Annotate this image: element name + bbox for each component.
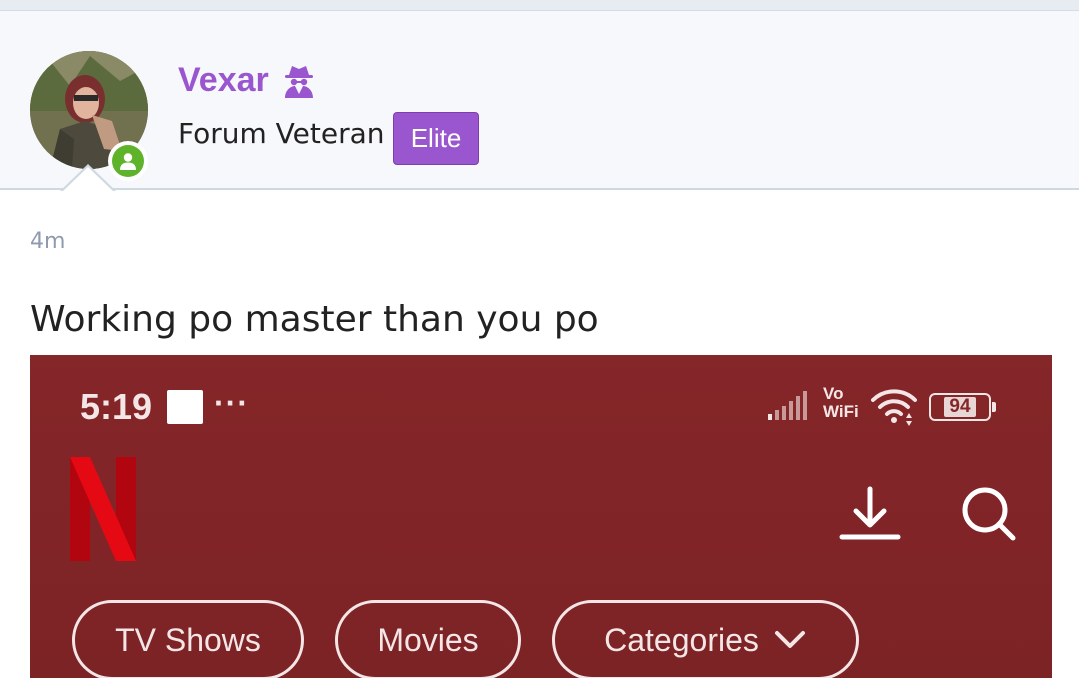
vowifi-line-2: WiFi	[823, 402, 859, 421]
user-secret-icon	[285, 66, 313, 98]
netflix-logo[interactable]	[70, 455, 136, 565]
vowifi-line-1: Vo	[823, 384, 844, 403]
wifi-icon	[871, 389, 917, 426]
attached-screenshot[interactable]: 5:19 ··· Vo WiFi 94 TV Shows Movies Cate…	[30, 355, 1052, 678]
download-icon[interactable]	[838, 485, 902, 543]
user-icon	[120, 153, 136, 170]
username[interactable]: Vexar	[178, 61, 269, 100]
signal-icon	[768, 391, 807, 420]
more-notifications-icon: ···	[214, 385, 249, 421]
post-author-header: Vexar Forum Veteran Elite	[0, 11, 1079, 190]
movies-label: Movies	[377, 621, 479, 658]
notification-icon	[167, 390, 203, 424]
vowifi-icon: Vo WiFi	[823, 385, 867, 425]
chevron-down-icon	[774, 631, 805, 648]
tv-shows-label: TV Shows	[115, 621, 261, 658]
status-time: 5:19	[80, 386, 153, 427]
movies-chip[interactable]: Movies	[335, 600, 521, 678]
categories-label: Categories	[604, 621, 759, 658]
post-timestamp[interactable]: 4m	[30, 229, 65, 254]
top-divider	[0, 0, 1079, 11]
categories-chip[interactable]: Categories	[552, 600, 859, 678]
battery-level: 94	[944, 397, 976, 417]
tv-shows-chip[interactable]: TV Shows	[72, 600, 304, 678]
user-title: Forum Veteran	[178, 117, 385, 150]
search-icon[interactable]	[958, 483, 1018, 543]
elite-badge: Elite	[393, 112, 479, 165]
post-message: Working po master than you po	[30, 299, 599, 340]
battery-indicator: 94	[929, 393, 996, 421]
